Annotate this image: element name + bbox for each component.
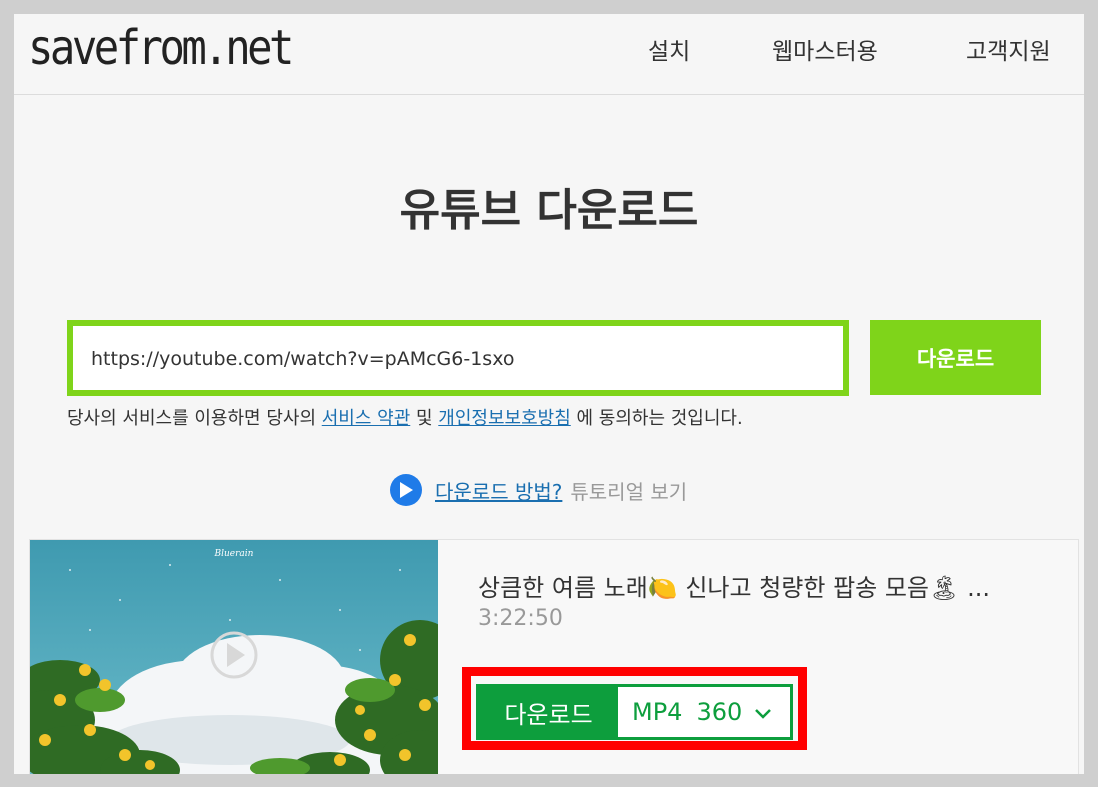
terms-prefix: 당사의 서비스를 이용하면 당사의 bbox=[67, 408, 322, 429]
video-thumbnail[interactable]: Bluerain bbox=[30, 540, 438, 774]
chevron-down-icon bbox=[754, 698, 772, 726]
quality-label: 360 bbox=[696, 698, 743, 726]
terms-of-service-link[interactable]: 서비스 약관 bbox=[322, 408, 411, 429]
video-download-button[interactable]: 다운로드 bbox=[479, 687, 618, 737]
site-header: savefrom.net 설치 웹마스터용 고객지원 bbox=[14, 14, 1084, 95]
site-logo[interactable]: savefrom.net bbox=[28, 20, 294, 76]
nav-install[interactable]: 설치 bbox=[648, 32, 690, 66]
url-input-wrapper bbox=[67, 320, 849, 396]
how-to-download-link[interactable]: 다운로드 방법? bbox=[435, 476, 562, 505]
video-duration: 3:22:50 bbox=[478, 606, 563, 631]
play-icon[interactable] bbox=[390, 474, 422, 506]
terms-suffix: 에 동의하는 것입니다. bbox=[570, 408, 743, 429]
privacy-policy-link[interactable]: 개인정보보호방침 bbox=[438, 408, 570, 429]
browser-viewport: savefrom.net 설치 웹마스터용 고객지원 유튜브 다운로드 다운로드… bbox=[14, 14, 1084, 774]
download-button[interactable]: 다운로드 bbox=[870, 320, 1041, 395]
thumbnail-caption: Bluerain bbox=[214, 549, 254, 559]
page-title: 유튜브 다운로드 bbox=[399, 185, 699, 236]
format-label: MP4 bbox=[632, 698, 683, 726]
nav-webmasters[interactable]: 웹마스터용 bbox=[772, 32, 878, 66]
nav-support[interactable]: 고객지원 bbox=[966, 32, 1051, 66]
tutorial-row: 다운로드 방법? 튜토리얼 보기 bbox=[390, 474, 687, 506]
video-result-card: Bluerain 상큼한 여름 노래🍋 신나고 청량한 팝송 모음🏝 ... 3… bbox=[29, 539, 1079, 774]
video-title: 상큼한 여름 노래🍋 신나고 청량한 팝송 모음🏝 ... bbox=[478, 574, 990, 602]
tutorial-text: 튜토리얼 보기 bbox=[570, 479, 688, 504]
url-input[interactable] bbox=[89, 326, 833, 392]
terms-notice: 당사의 서비스를 이용하면 당사의 서비스 약관 및 개인정보보호방침 에 동의… bbox=[67, 404, 743, 430]
format-select[interactable]: MP4 360 bbox=[618, 687, 790, 737]
terms-middle: 및 bbox=[410, 408, 439, 429]
download-group: 다운로드 MP4 360 bbox=[476, 684, 793, 740]
